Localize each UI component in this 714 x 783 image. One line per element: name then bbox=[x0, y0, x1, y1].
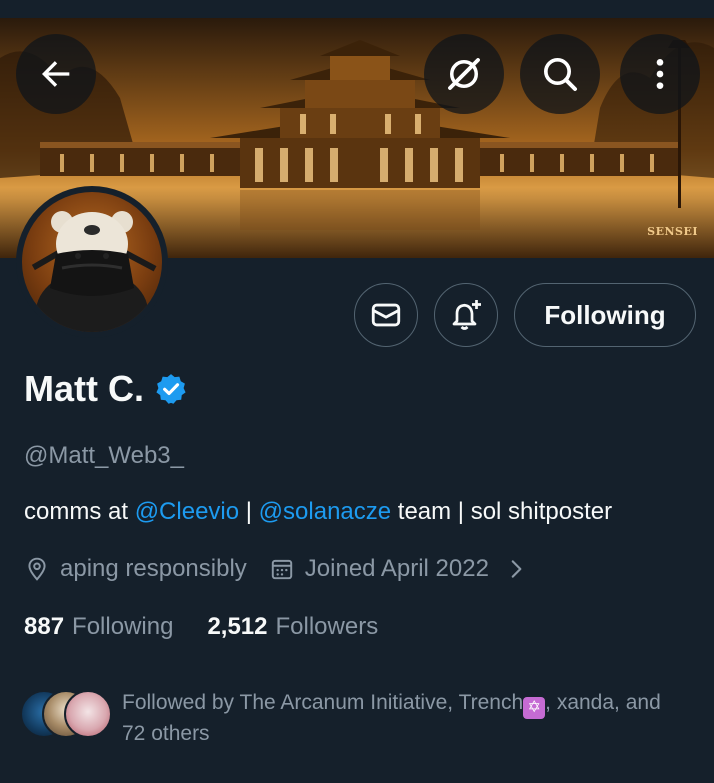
more-vertical-icon bbox=[656, 59, 664, 89]
profile-name-row: Matt C. bbox=[24, 368, 188, 410]
star-of-david-emoji: ✡ bbox=[523, 697, 546, 719]
avatar bbox=[22, 192, 162, 332]
followed-by-prefix: Followed by The Arcanum Initiative, Tren… bbox=[122, 691, 524, 714]
envelope-icon bbox=[371, 303, 401, 327]
profile-avatar-container[interactable] bbox=[16, 186, 168, 338]
avatar bbox=[64, 690, 112, 738]
calendar-icon bbox=[271, 559, 292, 580]
bell-plus-icon bbox=[452, 300, 481, 330]
chevron-right-icon[interactable] bbox=[503, 556, 529, 582]
profile-meta-row: aping responsibly Joined April 2022 bbox=[24, 555, 529, 583]
grok-slash-icon bbox=[448, 58, 480, 90]
banner-watermark-text: SENSEI bbox=[647, 225, 698, 238]
profile-joined-date: Joined April 2022 bbox=[304, 555, 489, 582]
followed-by-avatars bbox=[20, 688, 114, 740]
following-stat[interactable]: 887 Following bbox=[24, 613, 173, 641]
followers-count: 2,512 bbox=[207, 613, 268, 640]
profile-location: aping responsibly bbox=[60, 555, 247, 582]
following-button[interactable]: Following bbox=[514, 283, 696, 347]
followers-stat[interactable]: 2,512 Followers bbox=[207, 613, 378, 641]
arrow-left-icon bbox=[42, 61, 70, 87]
bio-text-separator: | bbox=[239, 498, 259, 525]
back-button[interactable] bbox=[16, 34, 96, 114]
profile-bio: comms at @Cleevio | @solanacze team | so… bbox=[24, 498, 612, 526]
followed-by-text: Followed by The Arcanum Initiative, Tren… bbox=[122, 688, 682, 748]
display-name: Matt C. bbox=[24, 368, 144, 409]
profile-handle: @Matt_Web3_ bbox=[24, 442, 184, 469]
status-bar-strip bbox=[0, 0, 714, 18]
bio-text-prefix: comms at bbox=[24, 498, 135, 525]
grok-button[interactable] bbox=[424, 34, 504, 114]
bio-mention-solanacze[interactable]: @solanacze bbox=[259, 498, 391, 525]
search-icon bbox=[544, 58, 577, 91]
notifications-button[interactable] bbox=[434, 283, 498, 347]
verified-badge-icon[interactable] bbox=[154, 372, 188, 406]
following-label: Following bbox=[72, 613, 174, 640]
following-count: 887 bbox=[24, 613, 65, 640]
message-button[interactable] bbox=[354, 283, 418, 347]
bio-text-suffix: team | sol shitposter bbox=[391, 498, 613, 525]
avatar-ninja-bear-image bbox=[31, 211, 157, 332]
bio-mention-cleevio[interactable]: @Cleevio bbox=[135, 498, 239, 525]
more-options-button[interactable] bbox=[620, 34, 700, 114]
profile-stats-row: 887 Following 2,512 Followers bbox=[24, 613, 378, 641]
followers-label: Followers bbox=[275, 613, 379, 640]
followed-by-section[interactable]: Followed by The Arcanum Initiative, Tren… bbox=[20, 688, 682, 748]
location-pin-icon bbox=[28, 557, 46, 581]
search-button[interactable] bbox=[520, 34, 600, 114]
